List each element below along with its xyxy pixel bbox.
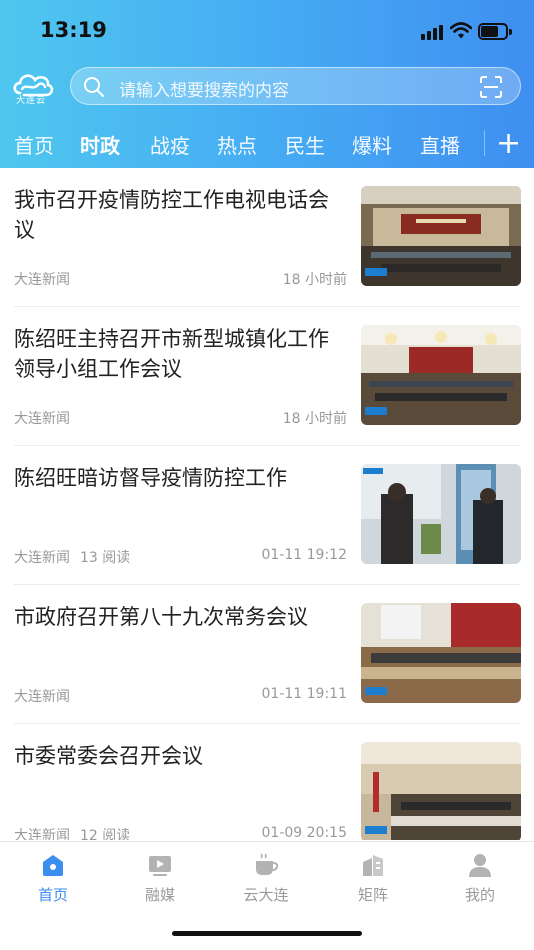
tabbar-label: 矩阵 [357,886,388,904]
battery-icon [478,23,512,40]
news-thumbnail [361,186,521,286]
buildings-icon [363,855,383,876]
home-indicator [172,931,362,936]
news-title: 市委常委会召开会议 [14,744,203,768]
news-item[interactable]: 我市召开疫情防控工作电视电话会议 大连新闻 18 小时前 [0,168,534,307]
news-title: 市政府召开第八十九次常务会议 [14,605,308,629]
news-source: 大连新闻 [14,411,70,427]
status-time: 13:19 [40,18,107,42]
user-icon [469,854,491,877]
scan-icon[interactable] [480,76,502,98]
search-placeholder: 请输入想要搜索的内容 [119,81,289,101]
logo-text: 大连云 [16,96,47,106]
tabbar-label: 我的 [464,886,495,904]
news-read-count: 12 阅读 [80,828,131,840]
search-bar[interactable]: 请输入想要搜索的内容 [70,67,521,105]
news-source: 大连新闻 [14,828,70,840]
tabbar-profile[interactable]: 我的 [440,852,520,905]
news-read-count: 13 阅读 [80,550,131,566]
news-thumbnail [361,603,521,703]
news-time: 01-09 20:15 [261,825,347,840]
tabbar-label: 云大连 [243,886,289,904]
tab-home[interactable]: 首页 [14,130,54,159]
news-time: 18 小时前 [282,272,347,288]
tabbar-cloud-dalian[interactable]: 云大连 [226,852,306,905]
tabbar-matrix[interactable]: 矩阵 [333,852,413,905]
news-title: 陈绍旺主持召开市新型城镇化工作领导小组工作会议 [14,327,329,381]
news-item[interactable]: 陈绍旺暗访督导疫情防控工作 大连新闻 13 阅读 01-11 19:12 [0,446,534,585]
news-feed: 我市召开疫情防控工作电视电话会议 大连新闻 18 小时前 陈绍旺主持召开市新型城… [0,168,534,840]
tabbar-media[interactable]: 融媒 [120,852,200,905]
tabbar-label: 首页 [37,886,68,904]
tab-live[interactable]: 直播 [420,130,460,159]
tab-divider [484,130,485,156]
channel-tabs: 首页 时政 战疫 热点 民生 爆料 直播 + [0,126,534,166]
add-channel-button[interactable]: + [496,126,521,161]
news-title: 我市召开疫情防控工作电视电话会议 [14,188,329,242]
home-icon [43,855,63,876]
news-source: 大连新闻 [14,272,70,288]
news-thumbnail [361,325,521,425]
tabbar-label: 融媒 [144,886,175,904]
wifi-icon [450,22,472,39]
app-header: 13:19 大连云 请输入想要搜索的内容 首页 时政 战疫 热点 民生 爆料 直… [0,0,534,168]
news-title: 陈绍旺暗访督导疫情防控工作 [14,466,287,490]
signal-icon [421,24,445,40]
news-source: 大连新闻 [14,550,70,566]
news-time: 01-11 19:12 [261,547,347,563]
news-item[interactable]: 陈绍旺主持召开市新型城镇化工作领导小组工作会议 大连新闻 18 小时前 [0,307,534,446]
status-bar: 13:19 [0,0,534,64]
cup-icon [256,853,279,875]
tab-epidemic[interactable]: 战疫 [150,130,190,159]
tab-hot[interactable]: 热点 [217,130,257,159]
news-time: 01-11 19:11 [261,686,347,702]
tab-livelihood[interactable]: 民生 [285,130,325,159]
tabbar-home[interactable]: 首页 [13,852,93,905]
search-icon [84,77,104,97]
news-thumbnail [361,464,521,564]
video-icon [149,856,171,876]
news-item[interactable]: 市委常委会召开会议 大连新闻 12 阅读 01-09 20:15 [0,724,534,840]
news-thumbnail [361,742,521,840]
news-source: 大连新闻 [14,689,70,705]
news-time: 18 小时前 [282,411,347,427]
tab-politics[interactable]: 时政 [80,130,120,159]
tab-tips[interactable]: 爆料 [352,130,392,159]
news-item[interactable]: 市政府召开第八十九次常务会议 大连新闻 01-11 19:11 [0,585,534,724]
